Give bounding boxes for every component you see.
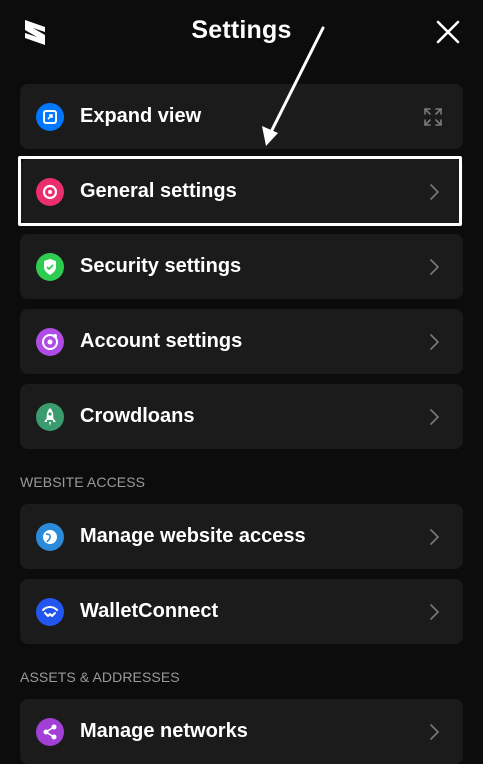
menu-item-label: Expand view [80, 105, 202, 127]
section-heading-assets-addresses: ASSETS & ADDRESSES [20, 669, 180, 685]
fullscreen-icon [424, 108, 442, 126]
menu-item-manage-networks[interactable]: Manage networks [20, 699, 463, 764]
menu-item-general-settings[interactable]: General settings [20, 159, 463, 224]
chevron-right-icon [430, 529, 440, 545]
menu-item-label: General settings [80, 180, 237, 202]
menu-item-manage-website-access[interactable]: Manage website access [20, 504, 463, 569]
chevron-right-icon [430, 409, 440, 425]
menu-item-expand-view[interactable]: Expand view [20, 84, 463, 149]
globe-icon [36, 523, 64, 551]
menu-item-label: WalletConnect [80, 600, 219, 622]
page-title: Settings [191, 16, 292, 44]
chevron-right-icon [430, 604, 440, 620]
rocket-icon [36, 403, 64, 431]
share-network-icon [36, 718, 64, 746]
menu-item-label: Account settings [80, 330, 243, 352]
chevron-right-icon [430, 184, 440, 200]
expand-view-icon [36, 103, 64, 131]
settings-icon [36, 178, 64, 206]
user-gear-icon [36, 328, 64, 356]
menu-item-label: Security settings [80, 255, 242, 277]
section-heading-website-access: WEBSITE ACCESS [20, 474, 146, 490]
menu-item-label: Manage website access [80, 525, 306, 547]
chevron-right-icon [430, 334, 440, 350]
walletconnect-icon [36, 598, 64, 626]
chevron-right-icon [430, 724, 440, 740]
menu-item-account-settings[interactable]: Account settings [20, 309, 463, 374]
menu-item-walletconnect[interactable]: WalletConnect [20, 579, 463, 644]
menu-item-label: Crowdloans [80, 405, 195, 427]
menu-item-label: Manage networks [80, 720, 248, 742]
menu-item-security-settings[interactable]: Security settings [20, 234, 463, 299]
shield-check-icon [36, 253, 64, 281]
close-icon[interactable] [434, 18, 462, 46]
menu-item-crowdloans[interactable]: Crowdloans [20, 384, 463, 449]
chevron-right-icon [430, 259, 440, 275]
header: Settings [0, 0, 483, 66]
